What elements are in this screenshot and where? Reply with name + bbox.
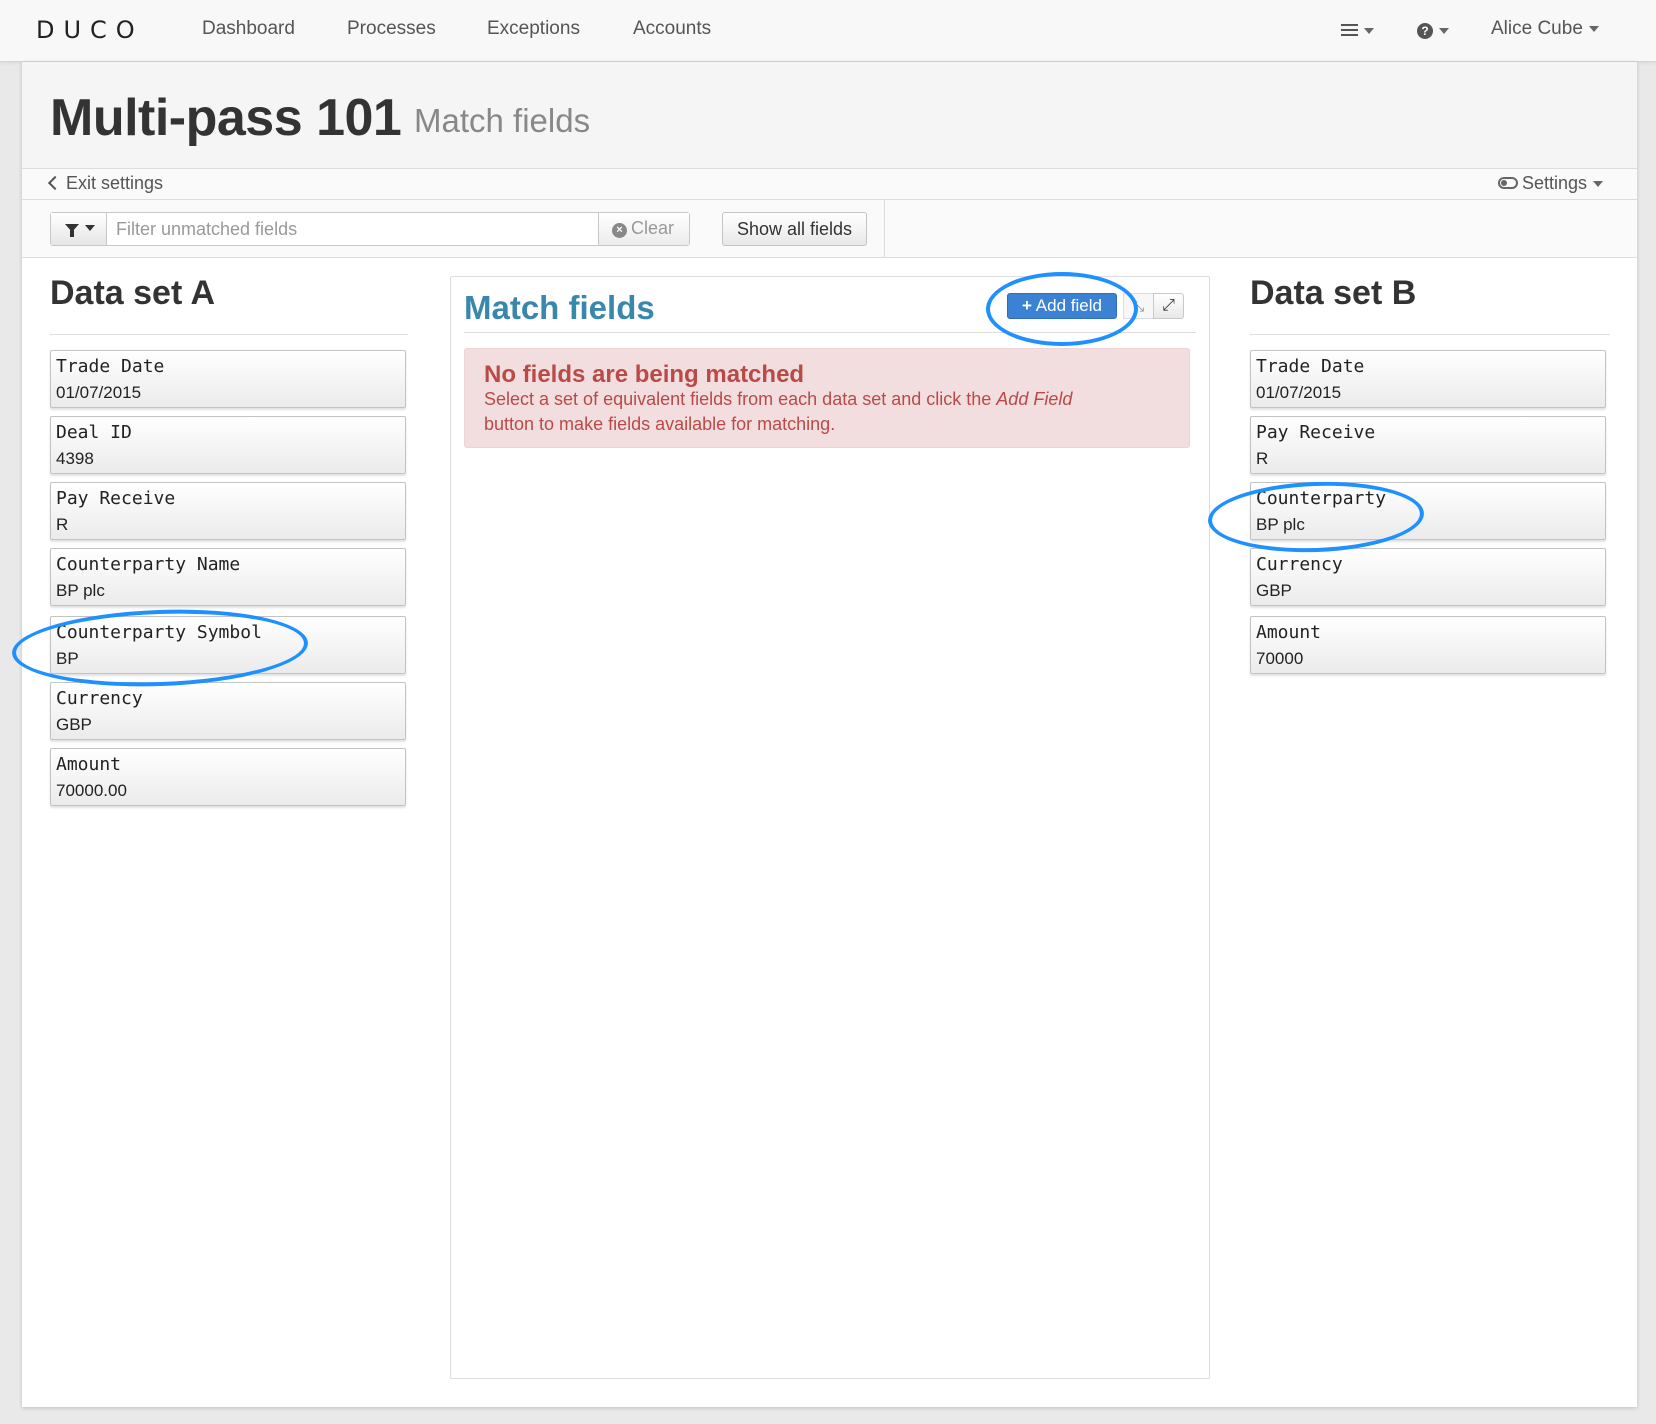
close-circle-icon: × bbox=[612, 223, 627, 238]
chevron-down-icon bbox=[85, 225, 95, 231]
field-name: Pay Receive bbox=[1256, 422, 1376, 443]
user-name: Alice Cube bbox=[1491, 18, 1583, 39]
field-value: BP bbox=[56, 649, 79, 668]
expand-button[interactable]: ⤢ bbox=[1153, 293, 1184, 319]
top-navbar: DUCO Dashboard Processes Exceptions Acco… bbox=[0, 0, 1656, 62]
filter-group: × Clear bbox=[50, 212, 690, 246]
alert-line-1: Select a set of equivalent fields from e… bbox=[484, 389, 1072, 410]
exit-settings-label: Exit settings bbox=[66, 173, 164, 193]
funnel-icon bbox=[65, 224, 79, 237]
nav-exceptions[interactable]: Exceptions bbox=[487, 18, 580, 40]
dataset-b-field-counterparty[interactable]: Counterparty BP plc bbox=[1250, 482, 1606, 540]
field-value: 4398 bbox=[56, 449, 94, 468]
field-name: Amount bbox=[1256, 622, 1322, 643]
dataset-a-field-pay-receive[interactable]: Pay Receive R bbox=[50, 482, 406, 540]
dataset-b-field-currency[interactable]: Currency GBP bbox=[1250, 548, 1606, 606]
alert-emphasis: Add Field bbox=[996, 389, 1073, 409]
clear-filter-button[interactable]: × Clear bbox=[598, 213, 689, 245]
divider bbox=[884, 200, 885, 258]
settings-bar: Exit settings Settings bbox=[22, 168, 1637, 200]
divider bbox=[464, 332, 1196, 333]
add-field-label: Add field bbox=[1035, 296, 1102, 315]
settings-dropdown[interactable]: Settings bbox=[1497, 173, 1603, 194]
field-value: BP plc bbox=[1256, 515, 1305, 534]
duco-logo[interactable]: DUCO bbox=[36, 16, 144, 44]
help-menu-dropdown[interactable]: ? bbox=[1417, 20, 1449, 42]
dataset-a-heading: Data set A bbox=[50, 274, 216, 312]
nav-processes[interactable]: Processes bbox=[347, 18, 436, 40]
compress-icon: ⤡ bbox=[1132, 298, 1145, 314]
page-title: Multi-pass 101 bbox=[50, 89, 402, 147]
dataset-b-field-trade-date[interactable]: Trade Date 01/07/2015 bbox=[1250, 350, 1606, 408]
filter-unmatched-input[interactable] bbox=[107, 213, 597, 245]
dataset-a-field-trade-date[interactable]: Trade Date 01/07/2015 bbox=[50, 350, 406, 408]
expand-icon: ⤢ bbox=[1162, 297, 1175, 314]
compress-button[interactable]: ⤡ bbox=[1123, 293, 1153, 319]
no-match-alert: No fields are being matched Select a set… bbox=[464, 348, 1190, 448]
chevron-down-icon bbox=[1439, 27, 1449, 34]
match-fields-heading: Match fields bbox=[464, 289, 655, 326]
field-value: 70000 bbox=[1256, 649, 1304, 668]
filter-type-dropdown[interactable] bbox=[51, 213, 107, 245]
field-value: 01/07/2015 bbox=[56, 383, 142, 402]
field-value: BP plc bbox=[56, 581, 105, 600]
field-value: R bbox=[56, 515, 69, 534]
field-name: Counterparty bbox=[1256, 488, 1387, 509]
exit-settings-link[interactable]: Exit settings bbox=[47, 173, 164, 194]
dataset-a-field-deal-id[interactable]: Deal ID 4398 bbox=[50, 416, 406, 474]
field-value: GBP bbox=[1256, 581, 1292, 600]
settings-label: Settings bbox=[1521, 173, 1587, 193]
field-name: Amount bbox=[56, 754, 122, 775]
alert-title: No fields are being matched bbox=[484, 361, 805, 388]
field-name: Counterparty Name bbox=[56, 554, 241, 575]
dataset-a-field-counterparty-symbol[interactable]: Counterparty Symbol BP bbox=[50, 616, 406, 674]
chevron-left-icon bbox=[47, 175, 63, 191]
clear-label: Clear bbox=[631, 218, 675, 238]
page-subtitle: Match fields bbox=[414, 102, 591, 139]
dataset-b-field-amount[interactable]: Amount 70000 bbox=[1250, 616, 1606, 674]
field-name: Trade Date bbox=[1256, 356, 1365, 377]
field-value: 01/07/2015 bbox=[1256, 383, 1342, 402]
filter-bar: × Clear Show all fields bbox=[22, 200, 1637, 258]
field-name: Trade Date bbox=[56, 356, 165, 377]
field-name: Currency bbox=[56, 688, 143, 709]
nav-accounts[interactable]: Accounts bbox=[633, 18, 711, 40]
add-field-button[interactable]: + Add field bbox=[1007, 293, 1117, 319]
hamburger-menu-dropdown[interactable] bbox=[1341, 20, 1374, 42]
field-value: R bbox=[1256, 449, 1269, 468]
field-name: Counterparty Symbol bbox=[56, 622, 262, 643]
field-value: 70000.00 bbox=[56, 781, 127, 800]
plus-icon: + bbox=[1022, 296, 1032, 315]
alert-text: Select a set of equivalent fields from e… bbox=[484, 389, 997, 409]
main-panel: Multi-pass 101 Match fields Exit setting… bbox=[22, 62, 1637, 1407]
divider bbox=[50, 334, 408, 335]
chevron-down-icon bbox=[1593, 181, 1603, 188]
hamburger-icon bbox=[1341, 22, 1358, 39]
divider bbox=[1250, 334, 1610, 335]
field-name: Deal ID bbox=[56, 422, 132, 443]
nav-dashboard[interactable]: Dashboard bbox=[202, 18, 295, 40]
dataset-a-field-currency[interactable]: Currency GBP bbox=[50, 682, 406, 740]
toggle-icon bbox=[1497, 177, 1518, 190]
dataset-a-field-amount[interactable]: Amount 70000.00 bbox=[50, 748, 406, 806]
field-name: Currency bbox=[1256, 554, 1343, 575]
field-value: GBP bbox=[56, 715, 92, 734]
show-all-fields-button[interactable]: Show all fields bbox=[722, 212, 867, 246]
alert-line-2: button to make fields available for matc… bbox=[484, 414, 836, 434]
chevron-down-icon bbox=[1364, 27, 1374, 34]
chevron-down-icon bbox=[1588, 25, 1599, 32]
page-header: Multi-pass 101 Match fields bbox=[22, 62, 1637, 168]
dataset-b-field-pay-receive[interactable]: Pay Receive R bbox=[1250, 416, 1606, 474]
match-fields-panel: Match fields + Add field ⤡ ⤢ No fields a… bbox=[450, 276, 1210, 1379]
dataset-b-heading: Data set B bbox=[1250, 274, 1417, 312]
field-name: Pay Receive bbox=[56, 488, 176, 509]
question-circle-icon: ? bbox=[1417, 22, 1433, 39]
dataset-a-field-counterparty-name[interactable]: Counterparty Name BP plc bbox=[50, 548, 406, 606]
user-menu-dropdown[interactable]: Alice Cube bbox=[1491, 18, 1599, 40]
